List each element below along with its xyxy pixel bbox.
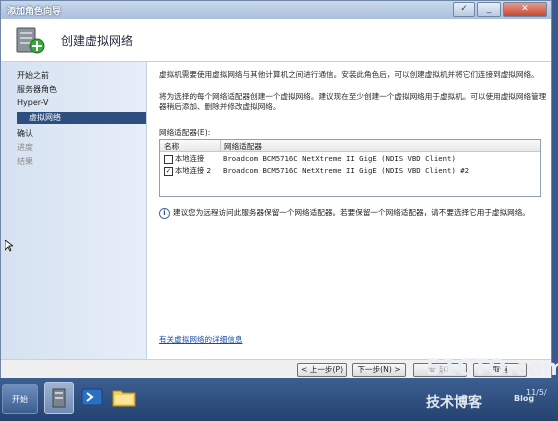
- watermark-blog: 技术博客: [426, 395, 482, 411]
- adapter-description: Broadcom BCM5716C NetXtreme II GigE (NDI…: [223, 154, 456, 163]
- next-button[interactable]: 下一步(N) >: [352, 363, 406, 377]
- server-manager-taskbar-icon[interactable]: [44, 382, 74, 414]
- explorer-taskbar-icon[interactable]: [110, 382, 140, 414]
- server-icon: [52, 388, 66, 408]
- adapters-label: 网络适配器(E):: [159, 128, 211, 137]
- start-button[interactable]: 开始: [2, 384, 38, 414]
- wizard-header: 创建虚拟网络: [1, 19, 551, 62]
- nav-item-before-you-begin[interactable]: 开始之前: [17, 70, 49, 81]
- adapter-row[interactable]: ✓ 本地连接 2 Broadcom BCM5716C NetXtreme II …: [160, 165, 540, 177]
- watermark-blog-sub: Blog: [514, 394, 535, 403]
- window-title: 添加角色向导: [7, 7, 62, 17]
- column-separator[interactable]: [220, 140, 221, 151]
- minimize-button[interactable]: _: [477, 2, 501, 17]
- nav-item-progress: 进度: [17, 143, 33, 152]
- server-add-icon: [16, 27, 45, 54]
- instruction-paragraph: 将为选择的每个网络适配器创建一个虚拟网络。建议现在至少创建一个虚拟网络用于虚拟机…: [159, 92, 547, 111]
- wizard-window: 添加角色向导 ✓ _ ✕ 创建虚拟网络 开始之前 服务器角色 Hyper-V 虚…: [0, 0, 552, 379]
- adapters-list[interactable]: 名称 网络适配器 本地连接 Broadcom BCM5716C NetXtrem…: [159, 139, 541, 197]
- adapter-connection-name: 本地连接: [175, 154, 205, 163]
- help-button[interactable]: ✓: [453, 2, 475, 17]
- adapter-row[interactable]: 本地连接 Broadcom BCM5716C NetXtreme II GigE…: [160, 153, 540, 165]
- column-header-adapter[interactable]: 网络适配器: [224, 141, 262, 152]
- nav-item-confirmation[interactable]: 确认: [17, 128, 33, 139]
- watermark-site: 51CTO.com: [426, 356, 558, 381]
- nav-item-results: 结果: [17, 157, 33, 166]
- nav-item-virtual-networks[interactable]: 虚拟网络: [17, 112, 146, 124]
- adapter-checkbox[interactable]: [164, 155, 173, 164]
- more-info-link[interactable]: 有关虚拟网络的详细信息: [159, 334, 243, 345]
- wizard-content: 虚拟机需要使用虚拟网络与其他计算机之间进行通信。安装此角色后，可以创建虚拟机并将…: [147, 62, 551, 359]
- info-icon: i: [159, 208, 170, 219]
- powershell-taskbar-icon[interactable]: [78, 382, 108, 414]
- nav-item-server-roles[interactable]: 服务器角色: [17, 84, 57, 95]
- nav-item-hyper-v[interactable]: Hyper-V: [17, 98, 48, 107]
- mouse-cursor-icon: [5, 240, 13, 252]
- powershell-icon: [81, 388, 103, 406]
- column-header-name[interactable]: 名称: [164, 141, 179, 152]
- start-label: 开始: [12, 395, 28, 404]
- page-title: 创建虚拟网络: [61, 34, 134, 48]
- intro-paragraph: 虚拟机需要使用虚拟网络与其他计算机之间进行通信。安装此角色后，可以创建虚拟机并将…: [159, 70, 539, 79]
- info-text: 建议您为远程访问此服务器保留一个网络适配器。若要保留一个网络适配器，请不要选择它…: [173, 208, 530, 217]
- wizard-nav: 开始之前 服务器角色 Hyper-V 虚拟网络 确认 进度 结果: [1, 62, 147, 359]
- adapter-connection-name: 本地连接 2: [175, 166, 212, 175]
- list-header: 名称 网络适配器: [160, 140, 540, 152]
- adapter-checkbox[interactable]: ✓: [164, 167, 173, 176]
- adapter-description: Broadcom BCM5716C NetXtreme II GigE (NDI…: [223, 166, 470, 175]
- back-button[interactable]: < 上一步(P): [297, 363, 347, 377]
- close-button[interactable]: ✕: [503, 2, 547, 17]
- folder-icon: [112, 390, 136, 407]
- title-bar[interactable]: 添加角色向导 ✓ _ ✕: [1, 1, 551, 20]
